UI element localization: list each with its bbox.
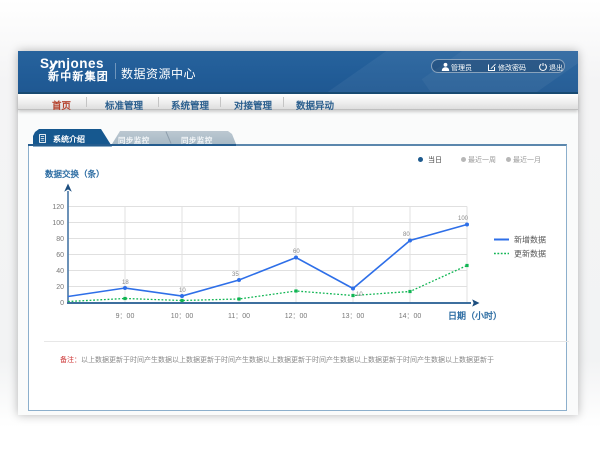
svg-text:100: 100 xyxy=(458,216,469,222)
svg-text:80: 80 xyxy=(403,232,410,238)
svg-text:10：00: 10：00 xyxy=(171,313,194,320)
svg-text:日期（小时）: 日期（小时） xyxy=(448,310,502,321)
svg-text:80: 80 xyxy=(56,236,64,243)
svg-text:9：00: 9：00 xyxy=(116,313,135,320)
svg-text:60: 60 xyxy=(56,252,64,259)
svg-text:100: 100 xyxy=(52,220,64,227)
svg-text:新增数据: 新增数据 xyxy=(514,235,546,245)
svg-text:0: 0 xyxy=(60,300,64,307)
svg-text:60: 60 xyxy=(293,249,300,255)
svg-text:40: 40 xyxy=(56,268,64,275)
svg-text:35: 35 xyxy=(232,272,239,278)
svg-text:更新数据: 更新数据 xyxy=(514,249,546,259)
svg-text:10: 10 xyxy=(356,292,363,298)
svg-text:12：00: 12：00 xyxy=(285,313,308,320)
svg-text:10: 10 xyxy=(179,288,186,294)
svg-text:11：00: 11：00 xyxy=(228,313,250,320)
svg-text:20: 20 xyxy=(56,284,64,291)
svg-text:14：00: 14：00 xyxy=(399,313,422,320)
svg-text:120: 120 xyxy=(52,204,64,211)
svg-text:数据交换（条）: 数据交换（条） xyxy=(45,169,105,179)
svg-text:13：00: 13：00 xyxy=(342,313,365,320)
svg-text:18: 18 xyxy=(122,280,129,286)
